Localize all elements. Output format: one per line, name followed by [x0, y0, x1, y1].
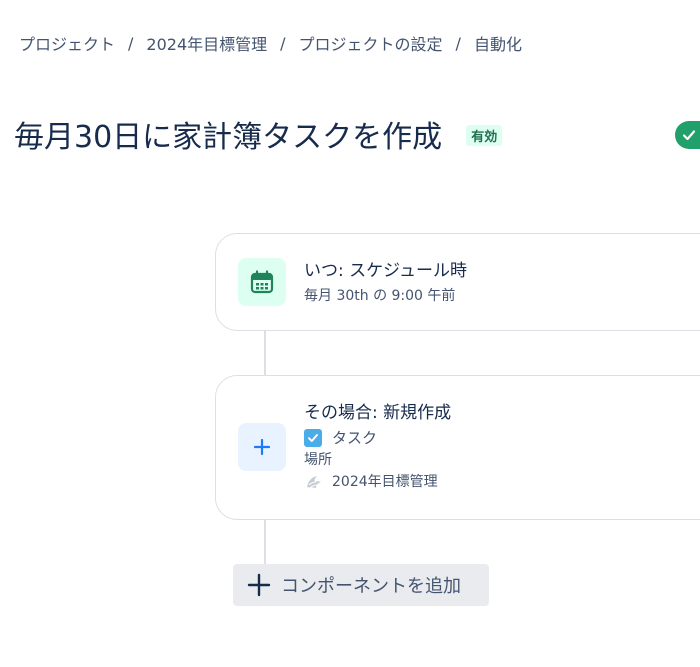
location-label: 場所 [304, 452, 332, 468]
action-body: その場合: 新規作成 タスク 場所 2024年目標管理 [304, 402, 451, 492]
plus-icon [247, 573, 271, 597]
project-name: 2024年目標管理 [332, 474, 438, 490]
action-icon-container [238, 423, 286, 471]
add-component-label: コンポーネントを追加 [281, 576, 461, 597]
action-heading: その場合: 新規作成 [304, 403, 452, 423]
breadcrumb-separator: / [280, 33, 286, 53]
trigger-schedule: 毎月 30th の 9:00 午前 [304, 288, 456, 304]
flow-connector [264, 520, 266, 564]
calendar-icon [249, 269, 275, 295]
page-title[interactable]: 毎月30日に家計簿タスクを作成 [14, 112, 442, 156]
status-badge: 有効 [466, 124, 503, 146]
issue-type-row: タスク [304, 427, 451, 449]
check-icon [681, 127, 697, 143]
trigger-card[interactable]: いつ: スケジュール時 毎月 30th の 9:00 午前 [215, 233, 700, 331]
add-component-button[interactable]: コンポーネントを追加 [233, 564, 489, 606]
plus-icon [252, 437, 272, 457]
issue-type-label: タスク [332, 429, 378, 447]
breadcrumb: プロジェクト / 2024年目標管理 / プロジェクトの設定 / 自動化 [19, 31, 522, 55]
project-row: 2024年目標管理 [304, 472, 451, 492]
breadcrumb-automation[interactable]: 自動化 [474, 31, 522, 55]
trigger-icon-container [238, 258, 286, 306]
action-card[interactable]: その場合: 新規作成 タスク 場所 2024年目標管理 [215, 375, 700, 520]
flow-connector [264, 331, 266, 375]
breadcrumb-separator: / [128, 33, 134, 53]
trigger-heading: いつ: スケジュール時 [304, 261, 467, 281]
rule-enabled-toggle[interactable] [675, 121, 700, 149]
breadcrumb-project-settings[interactable]: プロジェクトの設定 [299, 31, 443, 55]
breadcrumb-projects[interactable]: プロジェクト [19, 31, 115, 55]
task-checkbox-icon [304, 429, 322, 447]
project-avatar-icon [304, 472, 324, 492]
breadcrumb-project[interactable]: 2024年目標管理 [146, 31, 267, 55]
rule-header: 毎月30日に家計簿タスクを作成 有効 [14, 112, 503, 156]
breadcrumb-separator: / [455, 33, 461, 53]
trigger-body: いつ: スケジュール時 毎月 30th の 9:00 午前 [304, 260, 467, 306]
